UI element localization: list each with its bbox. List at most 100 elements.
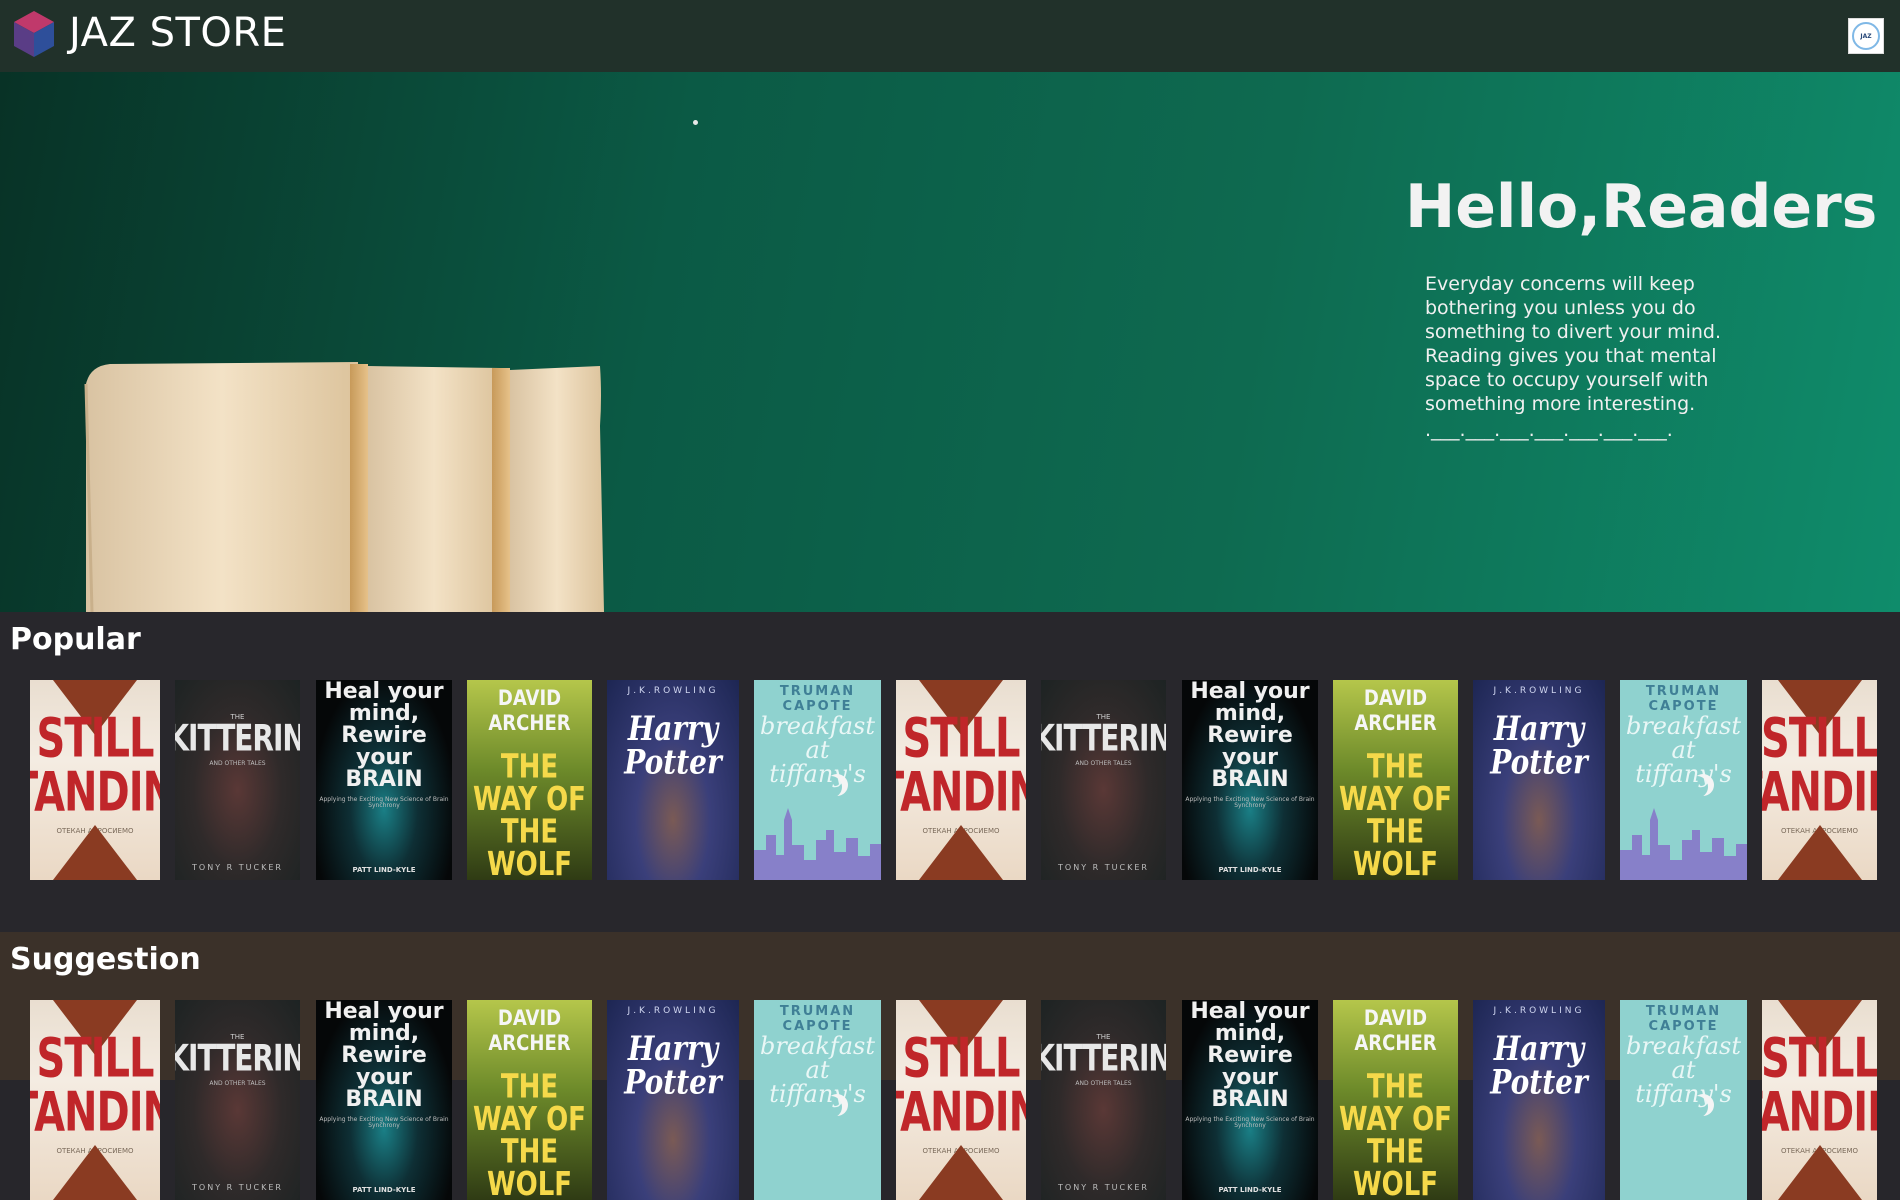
brand-title[interactable]: JAZ STORE bbox=[69, 10, 286, 56]
cover-art bbox=[919, 1145, 1003, 1200]
book-cover-still-standing[interactable]: STILL STANDING ОТЕКАН АКРОСИЕМО bbox=[30, 1000, 160, 1200]
book-cover-still-standing[interactable]: STILL STANDING ОТЕКАН АКРОСИЕМО bbox=[1762, 680, 1877, 880]
book-cover-breakfast-at-tiffanys[interactable]: TRUMAN CAPOTE breakfast at tiffany's bbox=[1620, 1000, 1747, 1200]
hero-divider: .___.___.___.___.___.___.___. bbox=[1425, 419, 1673, 441]
book-author: PATT LIND-KYLE bbox=[1218, 866, 1282, 874]
section-title-popular: Popular bbox=[10, 622, 141, 657]
book-cover-still-standing[interactable]: STILL STANDING ОТЕКАН АКРОСИЕМО bbox=[896, 1000, 1026, 1200]
book-subtitle: Applying the Exciting New Science of Bra… bbox=[319, 1116, 449, 1129]
book-subtitle: Applying the Exciting New Science of Bra… bbox=[1185, 1116, 1315, 1129]
avatar-text: JAZ bbox=[1860, 32, 1872, 40]
book-author: TONY R TUCKER bbox=[192, 863, 283, 872]
book-title: Heal your mind, Rewire your BRAIN bbox=[1190, 1000, 1310, 1112]
book-title: SKITTERING bbox=[1041, 716, 1166, 760]
book-title: Harry Potter bbox=[1490, 708, 1588, 782]
book-author: J.K.ROWLING bbox=[627, 686, 719, 696]
book-cover-skittering[interactable]: THE SKITTERING AND OTHER TALES TONY R TU… bbox=[175, 1000, 300, 1200]
book-cover-way-of-the-wolf[interactable]: DAVID ARCHER THE WAY OF THE WOLF bbox=[467, 1000, 592, 1200]
suggestion-section: Suggestion STILL STANDING ОТЕКАН АКРОСИЕ… bbox=[0, 932, 1900, 1200]
book-title: STILL STANDING bbox=[896, 707, 1026, 824]
section-title-suggestion: Suggestion bbox=[10, 942, 201, 977]
book-title: STILL STANDING bbox=[1762, 707, 1877, 824]
book-title: Harry Potter bbox=[624, 1028, 722, 1102]
book-cover-heal-your-mind[interactable]: Heal your mind, Rewire your BRAIN Applyi… bbox=[316, 1000, 452, 1200]
book-cover-harry-potter[interactable]: J.K.ROWLING Harry Potter bbox=[607, 1000, 739, 1200]
book-subtitle: AND OTHER TALES bbox=[1075, 1080, 1132, 1087]
book-title: SKITTERING bbox=[1041, 1036, 1166, 1080]
user-avatar[interactable]: JAZ bbox=[1848, 18, 1884, 54]
book-cover-harry-potter[interactable]: J.K.ROWLING Harry Potter bbox=[1473, 680, 1605, 880]
book-author: J.K.ROWLING bbox=[1493, 1006, 1585, 1016]
book-subtitle: Applying the Exciting New Science of Bra… bbox=[319, 796, 449, 809]
book-cover-way-of-the-wolf[interactable]: DAVID ARCHER THE WAY OF THE WOLF bbox=[467, 680, 592, 880]
book-title: STILL STANDING bbox=[30, 707, 160, 824]
book-title: STILL STANDING bbox=[896, 1027, 1026, 1144]
book-title: THE WAY OF THE WOLF bbox=[473, 1068, 586, 1200]
book-title: STILL STANDING bbox=[30, 1027, 160, 1144]
book-author: TRUMAN CAPOTE bbox=[1645, 1004, 1722, 1034]
book-subtitle: AND OTHER TALES bbox=[209, 760, 266, 767]
book-cover-way-of-the-wolf[interactable]: DAVID ARCHER THE WAY OF THE WOLF bbox=[1333, 1000, 1458, 1200]
book-title: Heal your mind, Rewire your BRAIN bbox=[1190, 680, 1310, 792]
book-title: Heal your mind, Rewire your BRAIN bbox=[324, 680, 444, 792]
book-title: THE WAY OF THE WOLF bbox=[473, 748, 586, 880]
city-skyline bbox=[1620, 808, 1747, 880]
book-author: TONY R TUCKER bbox=[192, 1183, 283, 1192]
book-author: DAVID ARCHER bbox=[1354, 685, 1437, 737]
book-title: Harry Potter bbox=[624, 708, 722, 782]
book-author: DAVID ARCHER bbox=[1354, 1005, 1437, 1057]
book-cover-still-standing[interactable]: STILL STANDING ОТЕКАН АКРОСИЕМО bbox=[30, 680, 160, 880]
book-subtitle: Applying the Exciting New Science of Bra… bbox=[1185, 796, 1315, 809]
book-subtitle: AND OTHER TALES bbox=[1075, 760, 1132, 767]
cube-logo-icon[interactable] bbox=[12, 9, 56, 59]
book-title: breakfast at tiffany's bbox=[1625, 1032, 1742, 1108]
book-cover-breakfast-at-tiffanys[interactable]: TRUMAN CAPOTE breakfast at tiffany's bbox=[754, 680, 881, 880]
cover-art bbox=[53, 825, 137, 880]
book-cover-breakfast-at-tiffanys[interactable]: TRUMAN CAPOTE breakfast at tiffany's bbox=[1620, 680, 1747, 880]
book-title: SKITTERING bbox=[175, 716, 300, 760]
book-cover-still-standing[interactable]: STILL STANDING ОТЕКАН АКРОСИЕМО bbox=[1762, 1000, 1877, 1200]
book-cover-skittering[interactable]: THE SKITTERING AND OTHER TALES TONY R TU… bbox=[1041, 1000, 1166, 1200]
book-cover-heal-your-mind[interactable]: Heal your mind, Rewire your BRAIN Applyi… bbox=[1182, 1000, 1318, 1200]
books-illustration bbox=[84, 362, 604, 612]
book-title: breakfast at tiffany's bbox=[759, 712, 876, 788]
book-cover-way-of-the-wolf[interactable]: DAVID ARCHER THE WAY OF THE WOLF bbox=[1333, 680, 1458, 880]
book-author: PATT LIND-KYLE bbox=[352, 1186, 416, 1194]
book-cover-skittering[interactable]: THE SKITTERING AND OTHER TALES TONY R TU… bbox=[1041, 680, 1166, 880]
popular-section: Popular STILL STANDING ОТЕКАН АКРОСИЕМО … bbox=[0, 612, 1900, 932]
cover-art bbox=[919, 825, 1003, 880]
book-author: J.K.ROWLING bbox=[1493, 686, 1585, 696]
book-author: TRUMAN CAPOTE bbox=[779, 684, 856, 714]
cover-art bbox=[1777, 1145, 1862, 1200]
book-author: TONY R TUCKER bbox=[1058, 1183, 1149, 1192]
moon-icon bbox=[820, 776, 842, 798]
book-cover-heal-your-mind[interactable]: Heal your mind, Rewire your BRAIN Applyi… bbox=[316, 680, 452, 880]
book-author: DAVID ARCHER bbox=[488, 685, 571, 737]
book-title: breakfast at tiffany's bbox=[759, 1032, 876, 1108]
book-title: STILL STANDING bbox=[1762, 1027, 1877, 1144]
hero-banner: Hello,Readers :) Everyday concerns will … bbox=[0, 72, 1900, 612]
hero-dot bbox=[693, 120, 698, 125]
book-title: THE WAY OF THE WOLF bbox=[1339, 748, 1452, 880]
book-title: breakfast at tiffany's bbox=[1625, 712, 1742, 788]
cover-art bbox=[53, 1145, 137, 1200]
book-title: Harry Potter bbox=[1490, 1028, 1588, 1102]
book-cover-harry-potter[interactable]: J.K.ROWLING Harry Potter bbox=[1473, 1000, 1605, 1200]
jaz-avatar-icon: JAZ bbox=[1852, 22, 1880, 50]
book-author: DAVID ARCHER bbox=[488, 1005, 571, 1057]
book-subtitle: AND OTHER TALES bbox=[209, 1080, 266, 1087]
book-author: TRUMAN CAPOTE bbox=[779, 1004, 856, 1034]
book-cover-still-standing[interactable]: STILL STANDING ОТЕКАН АКРОСИЕМО bbox=[896, 680, 1026, 880]
book-cover-skittering[interactable]: THE SKITTERING AND OTHER TALES TONY R TU… bbox=[175, 680, 300, 880]
book-cover-harry-potter[interactable]: J.K.ROWLING Harry Potter bbox=[607, 680, 739, 880]
book-cover-heal-your-mind[interactable]: Heal your mind, Rewire your BRAIN Applyi… bbox=[1182, 680, 1318, 880]
book-author: PATT LIND-KYLE bbox=[352, 866, 416, 874]
book-title: Heal your mind, Rewire your BRAIN bbox=[324, 1000, 444, 1112]
moon-icon bbox=[1686, 1096, 1708, 1118]
book-cover-breakfast-at-tiffanys[interactable]: TRUMAN CAPOTE breakfast at tiffany's bbox=[754, 1000, 881, 1200]
moon-icon bbox=[1686, 776, 1708, 798]
book-title: THE WAY OF THE WOLF bbox=[1339, 1068, 1452, 1200]
hero-title: Hello,Readers :) bbox=[1405, 172, 1900, 242]
book-author: TRUMAN CAPOTE bbox=[1645, 684, 1722, 714]
book-author: J.K.ROWLING bbox=[627, 1006, 719, 1016]
